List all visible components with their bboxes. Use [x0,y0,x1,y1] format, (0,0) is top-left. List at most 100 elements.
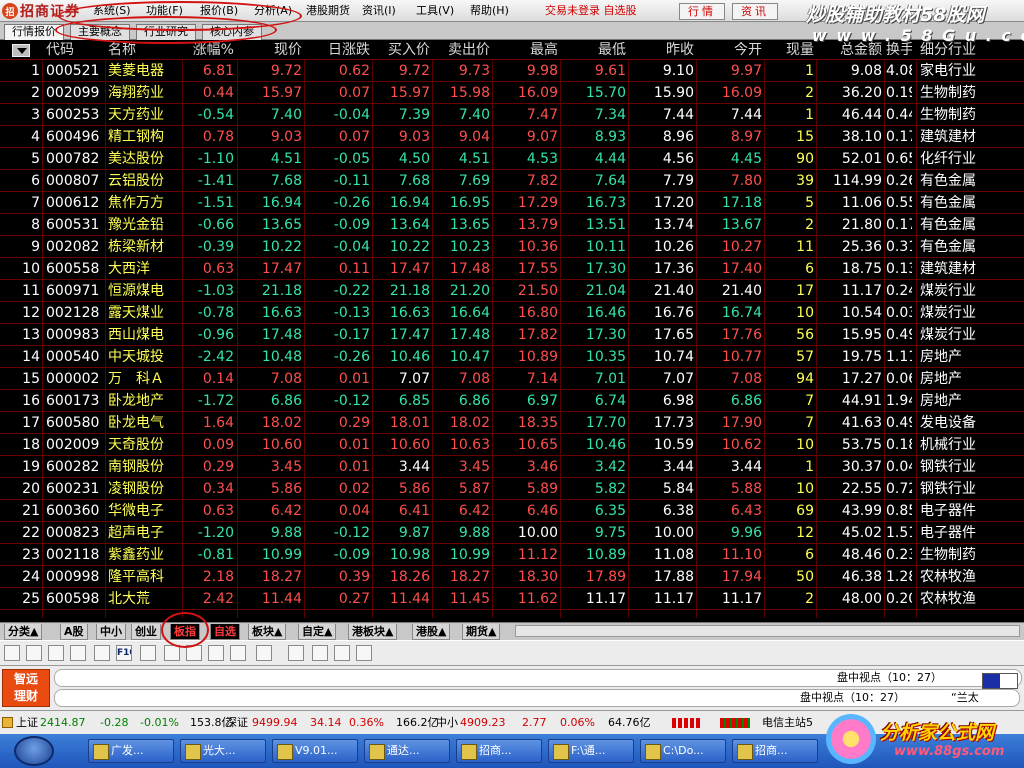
market-tab-sme[interactable]: 中小 [96,624,126,640]
exit-icon[interactable] [356,645,372,661]
col-header-bid[interactable]: 买入价 [374,40,430,60]
tab-industry[interactable]: 行业研究 [136,24,196,40]
table-row[interactable]: 16 600173 卧龙地产 -1.72 6.86 -0.12 6.85 6.86 6.97 6.… [0,390,1024,412]
col-header-open[interactable]: 今开 [698,40,762,60]
col-header-name[interactable]: 名称 [108,40,180,60]
market-tab-a-shares[interactable]: A股 [60,624,88,640]
panel-toggle-icon[interactable] [982,673,1018,689]
table-row[interactable]: 14 000540 中天城投 -2.42 10.48 -0.26 10.46 10.47 10.… [0,346,1024,368]
col-header-amount[interactable]: 总金额 [818,40,882,60]
taskbar-item[interactable]: V9.01... [272,739,358,763]
zoom-icon[interactable] [334,645,350,661]
table-row[interactable]: 25 600598 北大荒 2.42 11.44 0.27 11.44 11.45 11.62 1… [0,588,1024,610]
horizontal-scrollbar[interactable] [515,625,1020,637]
quote-button[interactable]: 行情 [679,3,725,20]
col-header-change-pct[interactable]: 涨幅% [184,40,234,60]
chart-icon[interactable] [256,645,272,661]
table-row[interactable]: 15 000002 万 科Ａ 0.14 7.08 0.01 7.07 7.08 7.14 7.01… [0,368,1024,390]
cell-price: 7.40 [270,107,302,123]
menu-system[interactable]: 系统(S) [93,4,131,18]
menu-function[interactable]: 功能(F) [146,4,183,18]
col-header-ask[interactable]: 卖出价 [434,40,490,60]
table-row[interactable]: 18 002009 天奇股份 0.09 10.60 0.01 10.60 10.63 10.65… [0,434,1024,456]
server-status[interactable]: 电信主站5 [762,712,813,734]
col-header-code[interactable]: 代码 [46,40,102,60]
tab-concepts[interactable]: 主要概念 [70,24,130,40]
table-row[interactable]: 17 600580 卧龙电气 1.64 18.02 0.29 18.01 18.02 18.35… [0,412,1024,434]
table-row[interactable]: 8 600531 豫光金铅 -0.66 13.65 -0.09 13.64 13.65 13.7… [0,214,1024,236]
table-icon[interactable] [4,645,20,661]
menu-info[interactable]: 资讯(I) [362,4,396,18]
taskbar-item[interactable]: 光大... [180,739,266,763]
taskbar-item[interactable]: 广发... [88,739,174,763]
col-header-prev-close[interactable]: 昨收 [630,40,694,60]
table-row[interactable]: 12 002128 露天煤业 -0.78 16.63 -0.13 16.63 16.64 16.… [0,302,1024,324]
table-row[interactable]: 6 000807 云铝股份 -1.41 7.68 -0.11 7.68 7.69 7.82 7.6… [0,170,1024,192]
taskbar-item[interactable]: 招商... [456,739,542,763]
cell-volume: 2 [805,217,814,233]
market-tab-index[interactable]: 板指 [170,624,200,640]
table-row[interactable]: 1 000521 美菱电器 6.81 9.72 0.62 9.72 9.73 9.98 9.61 9… [0,60,1024,82]
f6-icon[interactable] [230,645,246,661]
table-row[interactable]: 9 002082 栋梁新材 -0.39 10.22 -0.04 10.22 10.23 10.3… [0,236,1024,258]
market-tab-category[interactable]: 分类▲ [4,624,43,640]
taskbar-item[interactable]: F:\通... [548,739,634,763]
table-row[interactable]: 10 600558 大西洋 0.63 17.47 0.11 17.47 17.48 17.55 1… [0,258,1024,280]
market-tab-custom[interactable]: 自定▲ [298,624,337,640]
market-tab-chinext[interactable]: 创业 [131,624,161,640]
col-header-high[interactable]: 最高 [494,40,558,60]
table-row[interactable]: 20 600231 凌钢股份 0.34 5.86 0.02 5.86 5.87 5.89 5.82… [0,478,1024,500]
sort-icon[interactable] [312,645,328,661]
table-row[interactable]: 22 000823 超声电子 -1.20 9.88 -0.12 9.87 9.88 10.00 9… [0,522,1024,544]
column-menu-icon[interactable] [12,44,30,57]
market-tab-hk-sector[interactable]: 港板块▲ [348,624,398,640]
taskbar-item[interactable]: 通达... [364,739,450,763]
table-row[interactable]: 23 002118 紫鑫药业 -0.81 10.99 -0.09 10.98 10.99 11.… [0,544,1024,566]
f3-icon[interactable] [164,645,180,661]
tab-quotes[interactable]: 行情报价 [4,24,64,40]
table-row[interactable]: 24 000998 隆平高科 2.18 18.27 0.39 18.26 18.27 18.30… [0,566,1024,588]
news-ticker-2[interactable]: 盘中视点（10：27） “兰太 [54,689,1020,707]
menu-hk-futures[interactable]: 港股期货 [306,4,350,18]
table-row[interactable]: 4 600496 精工钢构 0.78 9.03 0.07 9.03 9.04 9.07 8.93 8… [0,126,1024,148]
line-chart-icon[interactable] [48,645,64,661]
taskbar-item[interactable]: 招商... [732,739,818,763]
candle-icon[interactable] [70,645,86,661]
col-header-turnover[interactable]: 换手% [886,40,912,60]
f2-icon[interactable] [140,645,156,661]
menu-quote[interactable]: 报价(B) [200,4,238,18]
grid-icon[interactable] [26,645,42,661]
col-header-price[interactable]: 现价 [240,40,302,60]
news-button[interactable]: 资讯 [732,3,778,20]
login-status[interactable]: 交易未登录 自选股 [545,4,637,18]
menu-help[interactable]: 帮助(H) [470,4,509,18]
col-header-industry[interactable]: 细分行业 [920,40,1020,60]
menu-analysis[interactable]: 分析(A) [254,4,292,18]
tab-insider[interactable]: 核心内参 [202,24,262,40]
market-tab-sector[interactable]: 板块▲ [248,624,287,640]
folder-icon[interactable] [288,645,304,661]
col-header-low[interactable]: 最低 [562,40,626,60]
table-row[interactable]: 5 000782 美达股份 -1.10 4.51 -0.05 4.50 4.51 4.53 4.4… [0,148,1024,170]
market-tab-futures[interactable]: 期货▲ [462,624,501,640]
col-header-change[interactable]: 日涨跌 [306,40,370,60]
f5-icon[interactable] [208,645,224,661]
market-tab-hk-stocks[interactable]: 港股▲ [412,624,451,640]
table-row[interactable]: 13 000983 西山煤电 -0.96 17.48 -0.17 17.47 17.48 17.… [0,324,1024,346]
market-tab-watchlist[interactable]: 自选 [210,624,240,640]
news-ticker-1[interactable]: 盘中视点（10：27） [54,669,1022,687]
taskbar-item[interactable]: C:\Do... [640,739,726,763]
table-row[interactable]: 7 000612 焦作万方 -1.51 16.94 -0.26 16.94 16.95 17.2… [0,192,1024,214]
col-header-volume[interactable]: 现量 [766,40,814,60]
table-row[interactable]: 11 600971 恒源煤电 -1.03 21.18 -0.22 21.18 21.20 21.… [0,280,1024,302]
table-row[interactable]: 21 600360 华微电子 0.63 6.42 0.04 6.41 6.42 6.46 6.35… [0,500,1024,522]
zhiyuan-finance-button[interactable]: 智远 理财 [2,669,50,707]
table-row[interactable]: 2 002099 海翔药业 0.44 15.97 0.07 15.97 15.98 16.09 1… [0,82,1024,104]
menu-tools[interactable]: 工具(V) [416,4,454,18]
list-icon[interactable] [94,645,110,661]
table-row[interactable]: 3 600253 天方药业 -0.54 7.40 -0.04 7.39 7.40 7.47 7.3… [0,104,1024,126]
f10-icon[interactable]: F10 [116,645,132,661]
start-button[interactable] [14,736,54,766]
table-row[interactable]: 19 600282 南钢股份 0.29 3.45 0.01 3.44 3.45 3.46 3.42… [0,456,1024,478]
f4-icon[interactable] [186,645,202,661]
